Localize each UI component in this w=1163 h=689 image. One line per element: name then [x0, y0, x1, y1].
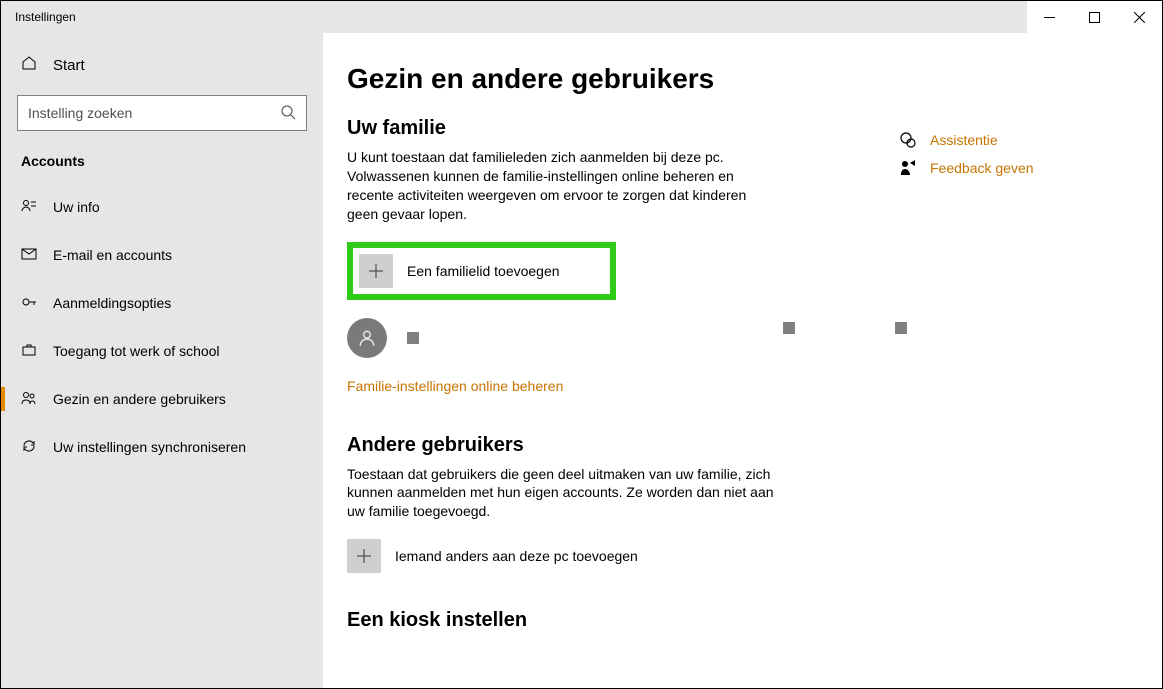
family-member-row[interactable] [347, 318, 907, 358]
add-other-label: Iemand anders aan deze pc toevoegen [395, 548, 638, 564]
home-button[interactable]: Start [1, 41, 323, 89]
sidebar-item-signin-options[interactable]: Aanmeldingsopties [1, 279, 323, 327]
minimize-button[interactable] [1027, 1, 1072, 33]
sync-icon [21, 438, 37, 457]
feedback-label: Feedback geven [930, 160, 1034, 176]
sidebar: Start Instelling zoeken Accounts Uw info… [1, 33, 323, 688]
sidebar-item-label: Gezin en andere gebruikers [53, 391, 226, 407]
add-family-label: Een familielid toevoegen [407, 263, 560, 279]
person-card-icon [21, 198, 37, 217]
manage-family-link[interactable]: Familie-instellingen online beheren [347, 378, 563, 394]
maximize-button[interactable] [1072, 1, 1117, 33]
search-placeholder: Instelling zoeken [28, 105, 132, 121]
window-title: Instellingen [1, 10, 76, 24]
section-header: Accounts [1, 131, 323, 175]
get-help-link[interactable]: Assistentie [898, 131, 1138, 149]
search-icon [280, 104, 296, 123]
avatar-icon [347, 318, 387, 358]
briefcase-icon [21, 342, 37, 361]
help-aside: Assistentie Feedback geven [898, 131, 1138, 187]
family-heading: Uw familie [347, 117, 907, 140]
feedback-link[interactable]: Feedback geven [898, 159, 1138, 177]
family-description: U kunt toestaan dat familieleden zich aa… [347, 148, 777, 224]
add-other-user-button[interactable]: Iemand anders aan deze pc toevoegen [347, 539, 907, 573]
sidebar-item-sync[interactable]: Uw instellingen synchroniseren [1, 423, 323, 471]
sidebar-item-label: Toegang tot werk of school [53, 343, 220, 359]
sidebar-item-label: Uw instellingen synchroniseren [53, 439, 246, 455]
search-input[interactable]: Instelling zoeken [17, 95, 307, 131]
sidebar-item-label: Uw info [53, 199, 100, 215]
plus-icon [359, 254, 393, 288]
sidebar-item-label: E-mail en accounts [53, 247, 172, 263]
add-family-member-button[interactable]: Een familielid toevoegen [347, 242, 616, 300]
sidebar-item-work-school[interactable]: Toegang tot werk of school [1, 327, 323, 375]
home-icon [21, 55, 37, 75]
sidebar-item-label: Aanmeldingsopties [53, 295, 171, 311]
close-button[interactable] [1117, 1, 1162, 33]
help-label: Assistentie [930, 132, 998, 148]
placeholder-text [407, 332, 419, 344]
people-icon [21, 390, 37, 409]
sidebar-item-family[interactable]: Gezin en andere gebruikers [1, 375, 323, 423]
page-title: Gezin en andere gebruikers [347, 63, 907, 95]
window-controls [1027, 1, 1162, 33]
kiosk-heading: Een kiosk instellen [347, 609, 907, 632]
home-label: Start [53, 57, 85, 74]
others-description: Toestaan dat gebruikers die geen deel ui… [347, 465, 777, 522]
key-icon [21, 294, 37, 313]
placeholder-block [783, 322, 795, 334]
sidebar-item-your-info[interactable]: Uw info [1, 183, 323, 231]
others-heading: Andere gebruikers [347, 434, 907, 457]
mail-icon [21, 246, 37, 265]
feedback-icon [898, 159, 918, 177]
placeholder-block [895, 322, 907, 334]
help-icon [898, 131, 918, 149]
plus-icon [347, 539, 381, 573]
titlebar: Instellingen [1, 1, 1162, 33]
sidebar-item-email[interactable]: E-mail en accounts [1, 231, 323, 279]
main-content: Gezin en andere gebruikers Uw familie U … [323, 33, 1162, 688]
